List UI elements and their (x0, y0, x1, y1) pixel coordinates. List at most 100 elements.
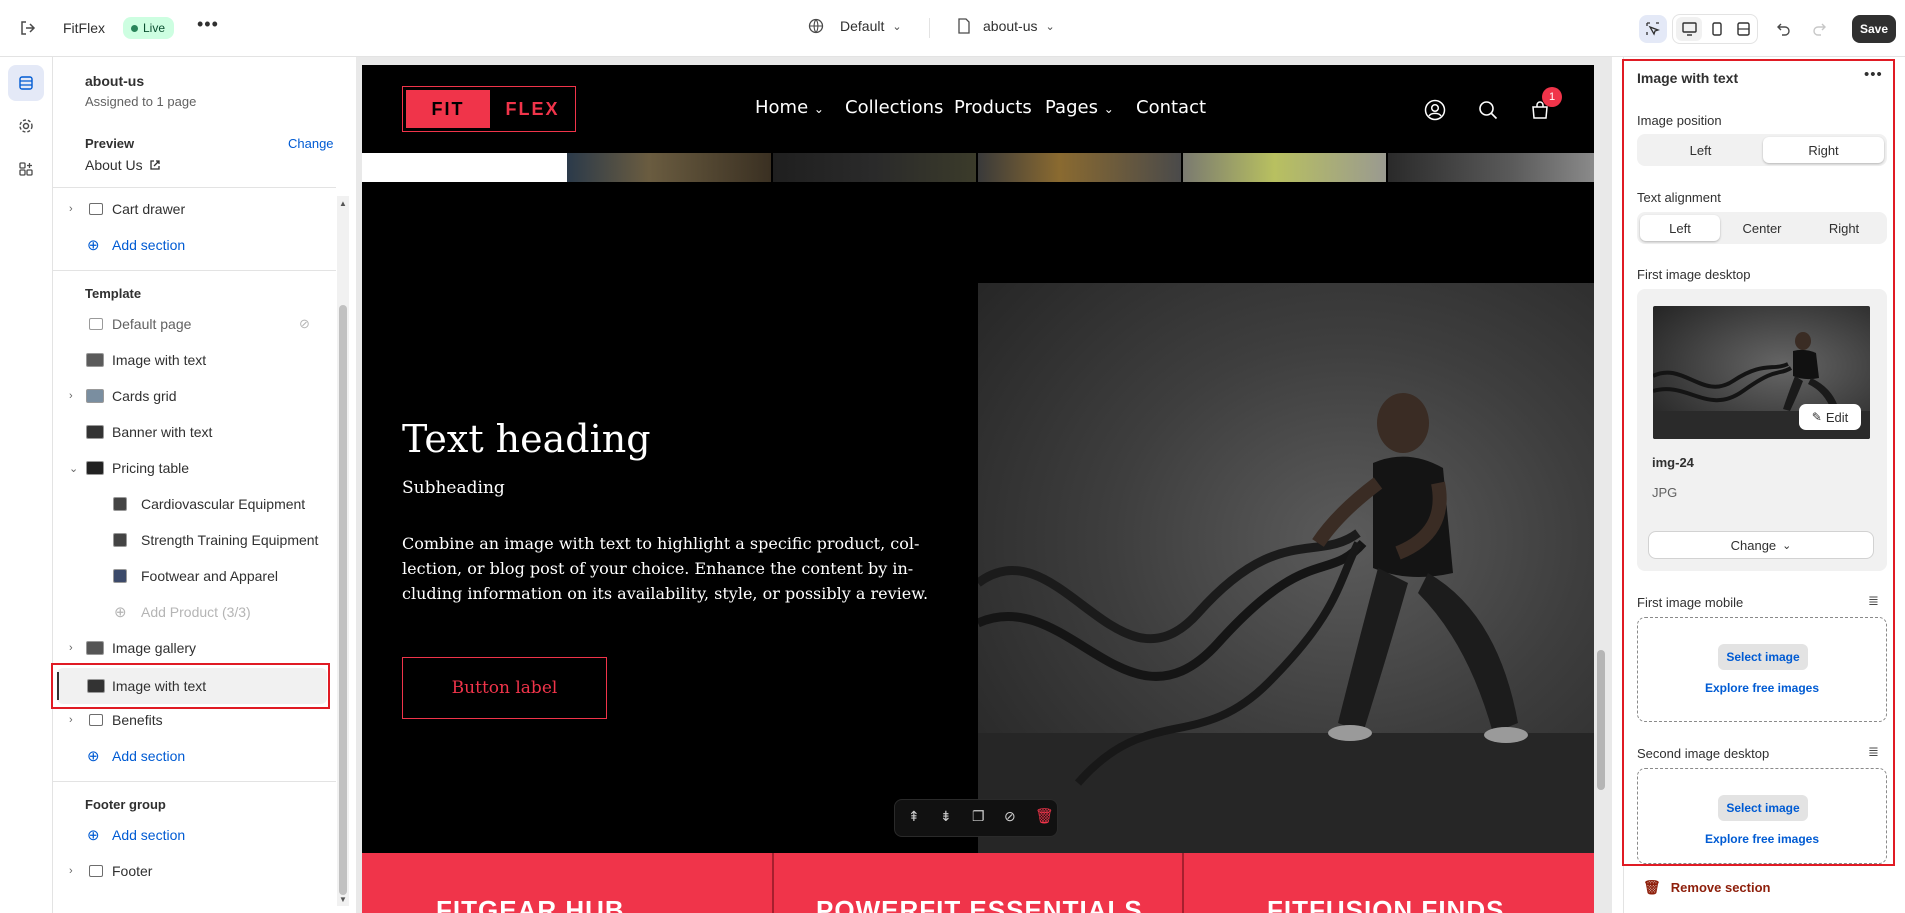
section-default-page[interactable]: Default page ⊘ (53, 306, 336, 342)
chevron-down-icon[interactable]: ⌄ (69, 462, 83, 475)
chevron-down-icon: ⌄ (1782, 539, 1792, 552)
chevron-right-icon[interactable]: › (69, 865, 83, 877)
footer-card-divider (1182, 853, 1184, 913)
apps-rail-button[interactable] (8, 151, 44, 187)
scroll-up-icon[interactable]: ▲ (339, 199, 347, 208)
move-down-icon[interactable]: ⇟ (940, 808, 952, 825)
section-label: Image gallery (112, 640, 197, 656)
sections-rail-button[interactable] (8, 65, 44, 101)
text-alignment-toggle: Left Center Right (1637, 212, 1887, 244)
footer-card-divider (772, 853, 774, 913)
exit-icon[interactable] (16, 16, 40, 40)
second-image-desktop-picker: Select image Explore free images (1637, 768, 1887, 864)
inspector-button[interactable] (1639, 15, 1667, 43)
desktop-icon (1681, 22, 1697, 36)
undo-button[interactable] (1772, 17, 1796, 41)
section-label: Banner with text (112, 424, 213, 440)
image-position-left[interactable]: Left (1640, 137, 1761, 163)
section-heading: Text heading (402, 417, 651, 461)
section-benefits[interactable]: › Benefits (53, 702, 336, 738)
section-banner-with-text[interactable]: Banner with text (53, 414, 336, 450)
canvas-scrollbar[interactable] (1597, 650, 1605, 790)
image-thumbnail-icon (113, 497, 127, 511)
remove-section-button[interactable]: 🗑 Remove section (1643, 879, 1770, 896)
select-image-button[interactable]: Select image (1718, 644, 1808, 670)
settings-more-button[interactable]: ••• (1864, 66, 1883, 83)
chevron-right-icon[interactable]: › (69, 203, 83, 215)
preview-change-link[interactable]: Change (288, 136, 334, 151)
section-pricing-table[interactable]: ⌄ Pricing table (53, 450, 336, 486)
hide-eye-icon[interactable]: ⊘ (1004, 808, 1016, 825)
theme-settings-rail-button[interactable] (8, 108, 44, 144)
block-footwear[interactable]: Footwear and Apparel (53, 558, 336, 594)
chevron-right-icon[interactable]: › (69, 714, 83, 726)
globe-icon (808, 18, 824, 34)
section-image-gallery[interactable]: › Image gallery (53, 630, 336, 666)
explore-free-images-link[interactable]: Explore free images (1638, 832, 1886, 846)
change-image-button[interactable]: Change ⌄ (1648, 531, 1874, 559)
add-section-button-header[interactable]: ⊕ Add section (53, 227, 336, 263)
nav-contact[interactable]: Contact (1136, 97, 1206, 118)
section-cards-grid[interactable]: › Cards grid (53, 378, 336, 414)
add-section-button-footer[interactable]: ⊕ Add section (53, 817, 336, 853)
footer-card-title: POWERFIT ESSENTIALS (816, 895, 1143, 913)
chevron-down-icon: ⌄ (1045, 20, 1055, 33)
move-up-icon[interactable]: ⇞ (908, 808, 920, 825)
section-footer[interactable]: › Footer (53, 853, 336, 889)
text-alignment-left[interactable]: Left (1640, 215, 1720, 241)
layout-icon (89, 714, 103, 726)
feature-image[interactable] (978, 283, 1594, 853)
panel-scrollbar-thumb[interactable] (339, 305, 347, 895)
more-actions-button[interactable]: ••• (197, 14, 219, 35)
search-icon[interactable] (1475, 97, 1501, 123)
gallery-image (1388, 153, 1594, 182)
mobile-icon (1712, 22, 1722, 36)
block-strength[interactable]: Strength Training Equipment (53, 522, 336, 558)
chevron-right-icon[interactable]: › (69, 642, 83, 654)
section-cart-drawer[interactable]: › Cart drawer (53, 191, 336, 227)
save-button[interactable]: Save (1852, 15, 1896, 43)
section-image-with-text-1[interactable]: Image with text (53, 342, 336, 378)
text-alignment-center[interactable]: Center (1722, 215, 1802, 241)
dynamic-source-icon[interactable]: ≣ (1868, 744, 1879, 760)
theme-selector[interactable]: Default ⌄ (808, 18, 902, 34)
desktop-view-button[interactable] (1676, 17, 1702, 41)
cart-count-badge: 1 (1542, 87, 1562, 107)
mobile-view-button[interactable] (1705, 17, 1729, 41)
text-alignment-right[interactable]: Right (1804, 215, 1884, 241)
chevron-right-icon[interactable]: › (69, 390, 83, 402)
account-icon[interactable] (1422, 97, 1448, 123)
add-section-button-template[interactable]: ⊕ Add section (53, 738, 336, 774)
nav-products[interactable]: Products (954, 97, 1032, 118)
delete-trash-icon[interactable]: 🗑 (1035, 807, 1054, 825)
section-label: Image with text (112, 352, 207, 368)
image-filename: img-24 (1652, 455, 1694, 470)
preview-page-link[interactable]: About Us (85, 157, 161, 173)
fullscreen-view-button[interactable] (1731, 17, 1755, 41)
add-product-button[interactable]: ⊕ Add Product (3/3) (53, 594, 336, 630)
nav-pages[interactable]: Pages ⌄ (1045, 97, 1114, 118)
section-label: Pricing table (112, 460, 190, 476)
nav-home[interactable]: Home ⌄ (755, 97, 824, 118)
left-rail (0, 57, 53, 913)
section-cta-button[interactable]: Button label (402, 657, 607, 719)
redo-button[interactable] (1807, 17, 1831, 41)
section-image-with-text-selected[interactable]: Image with text (57, 668, 327, 704)
redo-icon (1813, 23, 1826, 36)
block-cardio[interactable]: Cardiovascular Equipment (53, 486, 336, 522)
full-width-icon (1736, 22, 1750, 36)
explore-free-images-link[interactable]: Explore free images (1638, 681, 1886, 695)
image-thumbnail-icon (87, 679, 105, 693)
add-section-label: Add section (112, 827, 186, 843)
page-selector[interactable]: about-us ⌄ (957, 18, 1055, 34)
layout-icon (89, 865, 103, 877)
image-position-right[interactable]: Right (1763, 137, 1884, 163)
assigned-text: Assigned to 1 page (85, 94, 197, 109)
dynamic-source-icon[interactable]: ≣ (1868, 593, 1879, 609)
scroll-down-icon[interactable]: ▼ (339, 895, 347, 904)
hidden-eye-icon[interactable]: ⊘ (299, 316, 310, 332)
nav-collections[interactable]: Collections (845, 97, 943, 118)
edit-image-button[interactable]: ✎ Edit (1799, 404, 1861, 430)
select-image-button[interactable]: Select image (1718, 795, 1808, 821)
duplicate-icon[interactable]: ❐ (972, 808, 985, 825)
